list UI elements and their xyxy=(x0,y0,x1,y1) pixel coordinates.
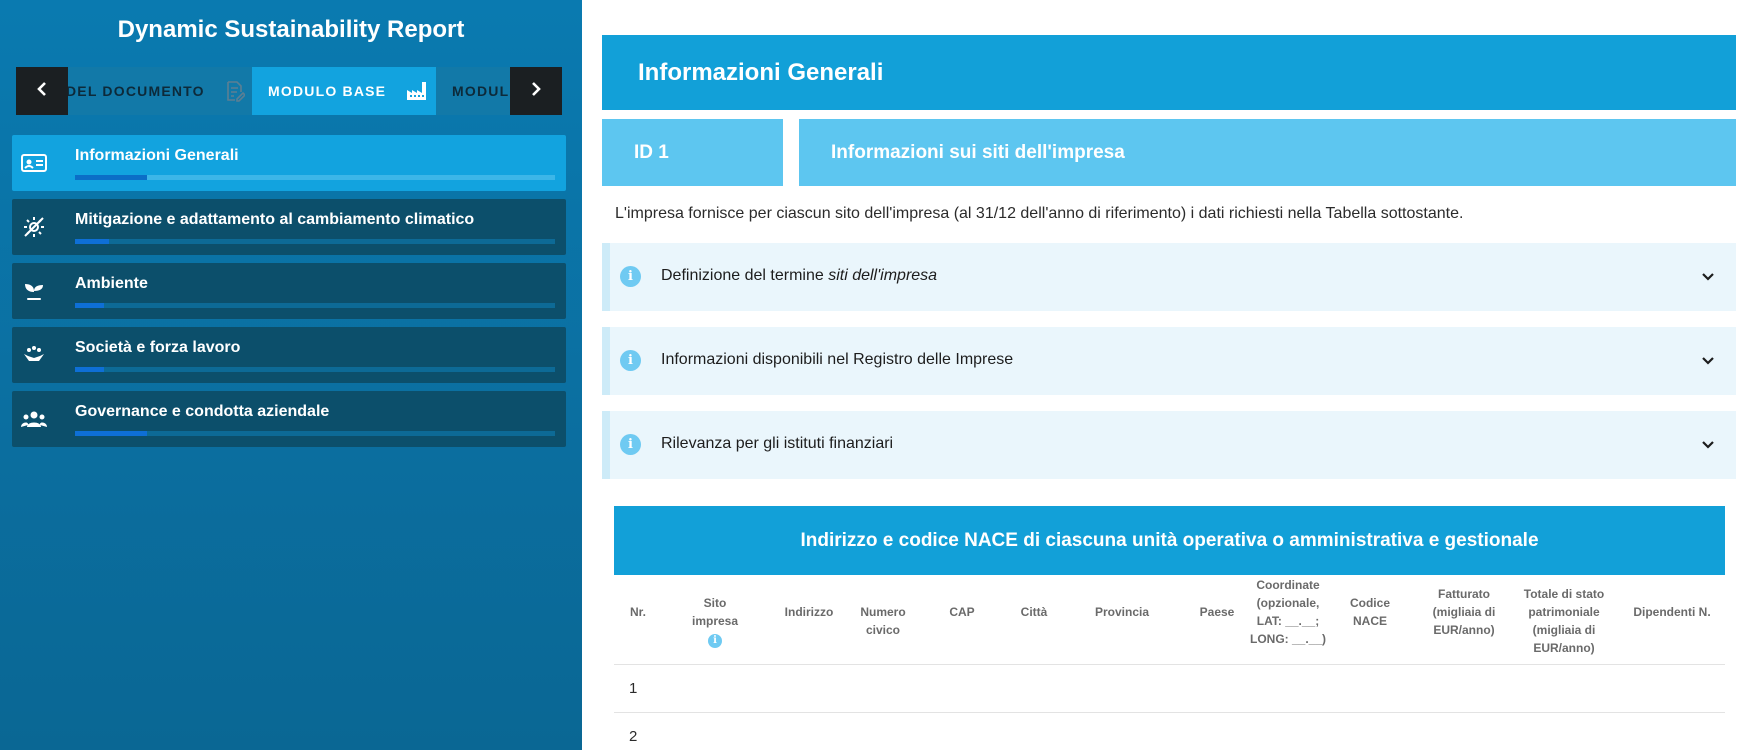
chevron-down-icon[interactable] xyxy=(1696,265,1720,289)
main-content: Informazioni Generali ID 1 Informazioni … xyxy=(582,0,1750,750)
progress-bar xyxy=(75,239,555,244)
tab-modulo-base-label: MODULO BASE xyxy=(268,83,387,99)
column-header: Coordinate (opzionale, LAT: __.__; LONG:… xyxy=(1249,578,1327,646)
sidebar-item-societa[interactable]: Società e forza lavoro xyxy=(12,327,566,383)
accordion-rilevanza[interactable]: i Rilevanza per gli istituti finanziari xyxy=(602,411,1736,479)
chevron-left-icon xyxy=(36,80,48,103)
column-header: CAP xyxy=(949,605,975,619)
progress-bar xyxy=(75,303,555,308)
column-header: Provincia xyxy=(1094,605,1150,619)
section-title: Informazioni sui siti dell'impresa xyxy=(799,119,1736,186)
info-icon: i xyxy=(620,350,641,371)
id-card-icon xyxy=(20,149,48,177)
sidebar-item-label: Ambiente xyxy=(75,275,148,292)
progress-bar xyxy=(75,431,555,436)
chevron-down-icon[interactable] xyxy=(1696,433,1720,457)
column-header: Indirizzo xyxy=(784,605,834,619)
column-header: Fatturato (migliaia di EUR/anno) xyxy=(1432,587,1496,637)
info-icon[interactable]: i xyxy=(708,634,722,648)
sidebar-item-label: Società e forza lavoro xyxy=(75,339,241,356)
tabs-scroll-left-button[interactable] xyxy=(16,67,68,115)
hands-people-icon xyxy=(20,341,48,369)
info-icon: i xyxy=(620,266,641,287)
table-row-number: 1 xyxy=(629,680,638,697)
module-tabs: DEL DOCUMENTO MODULO BASE MODULO xyxy=(16,67,562,115)
progress-bar xyxy=(75,367,555,372)
column-header-sito: Sito impresa i xyxy=(691,596,739,648)
sidebar-item-governance[interactable]: Governance e condotta aziendale xyxy=(12,391,566,447)
app-title: Dynamic Sustainability Report xyxy=(117,16,465,43)
group-icon xyxy=(20,405,48,433)
column-header: Totale di stato patrimoniale (migliaia d… xyxy=(1523,587,1605,655)
id-badge: ID 1 xyxy=(602,119,783,186)
sidebar-item-label: Informazioni Generali xyxy=(75,147,239,164)
sidebar-item-ambiente[interactable]: Ambiente xyxy=(12,263,566,319)
page-title: Informazioni Generali xyxy=(602,35,1736,110)
accordion-label: Rilevanza per gli istituti finanziari xyxy=(661,435,894,452)
accordion-definizione[interactable]: i Definizione del termine siti dell'impr… xyxy=(602,243,1736,311)
tab-document-label: DEL DOCUMENTO xyxy=(66,83,205,99)
info-icon: i xyxy=(620,434,641,455)
climate-icon xyxy=(20,213,48,241)
sidebar: Dynamic Sustainability Report DEL DOCUME… xyxy=(0,0,582,750)
factory-icon xyxy=(406,81,428,101)
chevron-right-icon xyxy=(530,80,542,103)
column-header: Città xyxy=(1020,605,1048,619)
tabs-scroll-right-button[interactable] xyxy=(510,67,562,115)
accordion-label: Informazioni disponibili nel Registro de… xyxy=(661,351,1014,368)
sidebar-item-mitigazione[interactable]: Mitigazione e adattamento al cambiamento… xyxy=(12,199,566,255)
accordion-label: Definizione del termine siti dell'impres… xyxy=(661,267,938,284)
table-title: Indirizzo e codice NACE di ciascuna unit… xyxy=(614,506,1725,575)
chevron-down-icon[interactable] xyxy=(1696,349,1720,373)
column-header: Numero civico xyxy=(860,605,906,637)
column-header: Dipendenti N. xyxy=(1633,605,1711,619)
column-header: Codice NACE xyxy=(1349,596,1390,628)
intro-text: L'impresa fornisce per ciascun sito dell… xyxy=(615,205,1464,222)
tab-modulo-base[interactable]: MODULO BASE xyxy=(252,67,436,115)
plant-icon xyxy=(20,277,48,305)
document-edit-icon xyxy=(225,80,245,102)
accordion-registro-imprese[interactable]: i Informazioni disponibili nel Registro … xyxy=(602,327,1736,395)
table-row-number: 2 xyxy=(629,728,638,745)
column-header: Nr. xyxy=(629,605,646,619)
sidebar-item-label: Mitigazione e adattamento al cambiamento… xyxy=(75,211,475,228)
table-divider xyxy=(614,712,1725,713)
sidebar-item-informazioni-generali[interactable]: Informazioni Generali xyxy=(12,135,566,191)
table-divider xyxy=(614,664,1725,665)
progress-bar xyxy=(75,175,555,180)
sidebar-item-label: Governance e condotta aziendale xyxy=(75,403,330,420)
